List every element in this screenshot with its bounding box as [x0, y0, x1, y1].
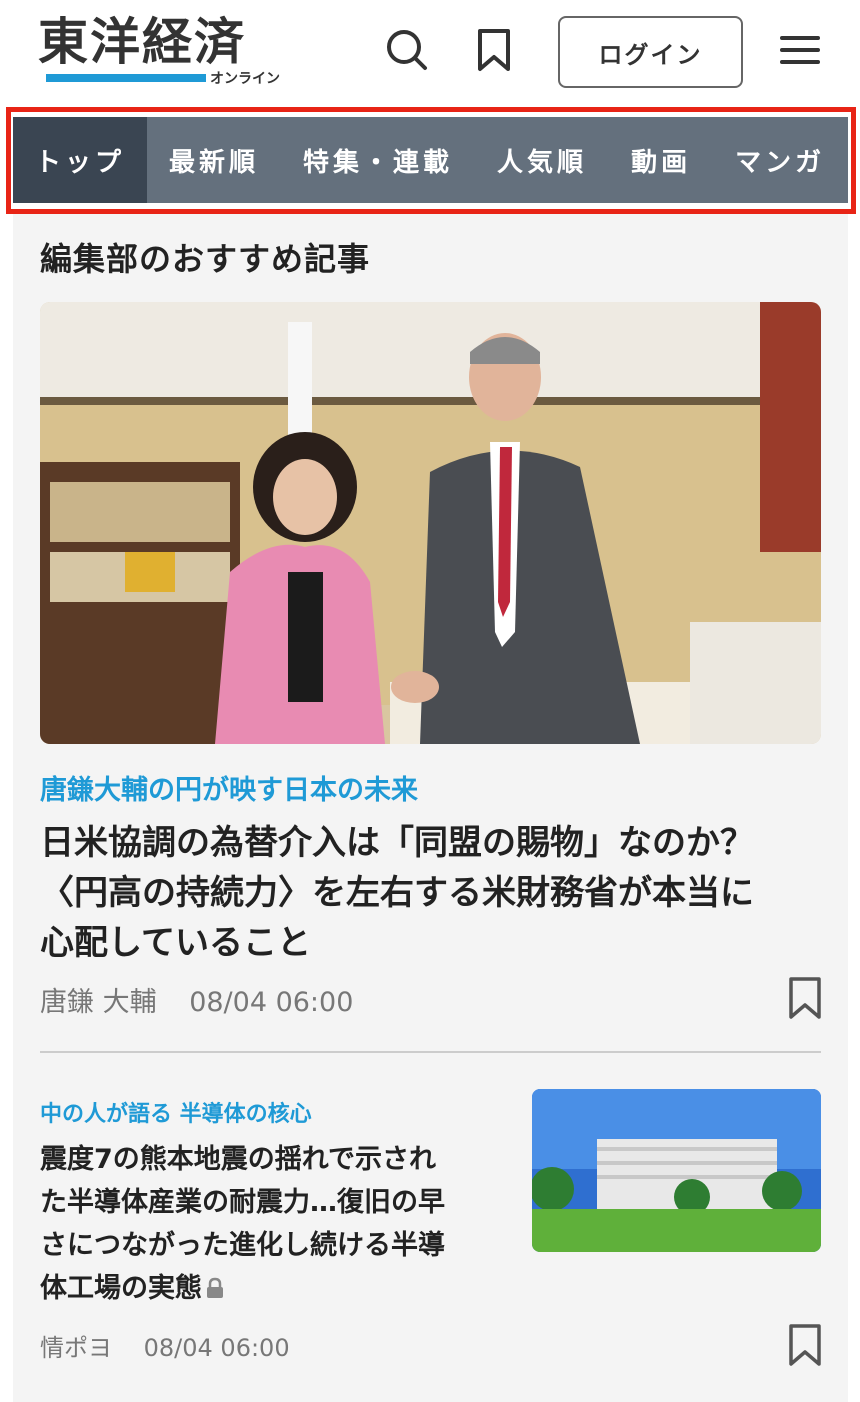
divider — [40, 1051, 821, 1053]
hero-image[interactable] — [40, 302, 821, 744]
headline-line: 心配していること — [40, 923, 311, 963]
category-nav: トップ 最新順 特集・連載 人気順 動画 マンガ — [13, 117, 848, 203]
logo-subtitle: オンライン — [210, 71, 280, 87]
site-header: 東洋経済 オンライン ログイン — [0, 0, 860, 104]
search-icon[interactable] — [383, 26, 431, 74]
headline-line: さにつながった進化し続ける半導 — [40, 1230, 445, 1261]
article-meta: 情ポヨ 08/04 06:00 — [40, 1328, 290, 1363]
tab-video[interactable]: 動画 — [609, 117, 713, 203]
login-button[interactable]: ログイン — [558, 16, 743, 88]
section-title: 編集部のおすすめ記事 — [40, 240, 371, 278]
article-author: 唐鎌 大輔 — [40, 987, 157, 1018]
tab-latest[interactable]: 最新順 — [147, 117, 281, 203]
bookmark-icon[interactable] — [785, 1322, 825, 1368]
hamburger-menu-icon[interactable] — [776, 26, 824, 74]
tab-features[interactable]: 特集・連載 — [281, 117, 475, 203]
tab-popular[interactable]: 人気順 — [475, 117, 609, 203]
logo-bar — [46, 74, 206, 82]
article-date: 08/04 06:00 — [143, 1334, 290, 1362]
article-author: 情ポヨ — [40, 1334, 112, 1362]
tab-manga[interactable]: マンガ — [713, 117, 847, 203]
article-date: 08/04 06:00 — [189, 987, 354, 1018]
article-category[interactable]: 唐鎌大輔の円が映す日本の未来 — [40, 768, 418, 807]
headline-line: 体工場の実態 — [40, 1273, 202, 1304]
article-headline[interactable]: 日米協調の為替介入は「同盟の賜物」なのか？ 〈円高の持続力〉を左右する米財務省が… — [40, 818, 830, 968]
logo-text: 東洋経済 — [38, 12, 246, 71]
tab-top[interactable]: トップ — [13, 117, 148, 203]
headline-line: 震度7の熊本地震の揺れで示され — [40, 1144, 436, 1175]
headline-line-last: 体工場の実態 — [40, 1267, 510, 1310]
headline-line: 日米協調の為替介入は「同盟の賜物」なのか？ — [40, 823, 754, 863]
site-logo[interactable]: 東洋経済 オンライン — [38, 12, 280, 92]
article-thumbnail[interactable] — [532, 1089, 821, 1252]
headline-line: た半導体産業の耐震力…復旧の早 — [40, 1187, 445, 1218]
lock-icon — [206, 1269, 224, 1298]
bookmark-icon[interactable] — [470, 26, 518, 74]
bookmark-icon[interactable] — [785, 975, 825, 1021]
article-category[interactable]: 中の人が語る 半導体の核心 — [40, 1096, 312, 1128]
article-headline[interactable]: 震度7の熊本地震の揺れで示され た半導体産業の耐震力…復旧の早 さにつながった進… — [40, 1138, 510, 1310]
headline-line: 〈円高の持続力〉を左右する米財務省が本当に — [40, 873, 754, 913]
article-meta: 唐鎌 大輔 08/04 06:00 — [40, 980, 353, 1019]
